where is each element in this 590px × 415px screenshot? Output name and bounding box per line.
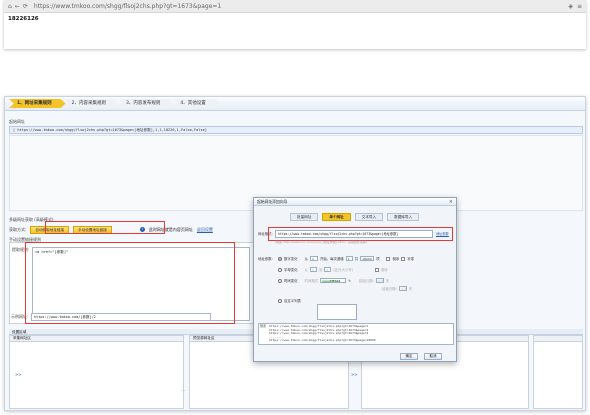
- time-change-row: 时间变化 时间格式 yyyyMMdd ✎ 起始日期: 今天 天: [278, 278, 389, 283]
- num-change-radio[interactable]: [278, 256, 282, 261]
- step-tabs: 1、网址采集规则 2、内容采集规则 3、内容发布规则 4、其他设置: [5, 97, 585, 111]
- time-start-label: 起始日期:: [358, 279, 374, 283]
- letter-from-input[interactable]: a: [309, 267, 317, 272]
- browser-window: ⌂ ← ⟳ https://www.tmkoo.com/shgg/flsoj2c…: [4, 0, 586, 49]
- letter-change-radio[interactable]: [278, 267, 282, 272]
- param-label: 地址参数:: [258, 257, 273, 261]
- start-url-label: 起始网址: [9, 119, 25, 124]
- tab-db-import[interactable]: 数据库导入: [387, 213, 420, 221]
- custom-list-row: 自定义列表: [278, 298, 301, 303]
- tab-other-settings[interactable]: 4、其他设置: [172, 99, 219, 108]
- letter-from-label: 从: [304, 268, 308, 272]
- tab-content-rules[interactable]: 2、内容采集规则: [64, 99, 120, 108]
- preview-label: 预览: [260, 324, 267, 328]
- custom-list-radio[interactable]: [278, 298, 282, 303]
- highlight-manual-rules: [25, 242, 235, 324]
- time-start-unit: 天: [385, 279, 390, 283]
- tab-url-rules[interactable]: 1、网址采集规则: [9, 99, 66, 108]
- time-format-input[interactable]: yyyyMMdd: [320, 278, 347, 283]
- letter-case-note: (区分大小写): [333, 268, 353, 272]
- browser-toolbar: ⌂ ← ⟳ https://www.tmkoo.com/shgg/flsoj2c…: [4, 0, 586, 13]
- letter-to-input[interactable]: z: [324, 267, 332, 272]
- custom-list-label: 自定义列表: [284, 299, 301, 303]
- desc-label-2: 倒序: [380, 268, 388, 272]
- collect-url-panel[interactable]: 采集网址区: [9, 335, 184, 409]
- num-count-input[interactable]: 18000: [360, 256, 375, 261]
- ok-button[interactable]: 确定: [400, 353, 418, 360]
- more-icon[interactable]: …: [181, 387, 185, 392]
- start-url-list[interactable]: [ https://www.tmkoo.com/shgg/flsoj2chs.p…: [9, 126, 583, 134]
- num-change-label: 数字变化: [284, 257, 298, 261]
- page-content-number: 18226126: [8, 16, 39, 22]
- time-format-label: 时间格式: [304, 279, 319, 283]
- num-change-row: 数字变化 从 1 开始，每次递增 1 共 18000 项 倒序 补零: [278, 256, 414, 261]
- letter-change-row: 字母变化 从 a 到 z (区分大小写) 倒序: [278, 267, 388, 272]
- close-icon[interactable]: ×: [449, 198, 453, 206]
- custom-list-textarea[interactable]: [317, 304, 357, 320]
- num-count-unit: 项: [376, 257, 380, 261]
- zero-pad-label: 补零: [407, 257, 415, 261]
- tab-batch-url[interactable]: 批量网址: [290, 213, 319, 221]
- address-format-hint: (例如:http://www.xxx.com/xxxx_[地址参数].html，…: [275, 240, 368, 244]
- move-right-icon-2[interactable]: >>: [351, 372, 358, 377]
- desc-checkbox[interactable]: [386, 256, 391, 261]
- num-step-label: 开始，每次递增: [319, 257, 344, 261]
- time-change-radio[interactable]: [278, 278, 282, 283]
- tab-text-import[interactable]: 文本导入: [354, 213, 384, 221]
- dialog-title: 起始网址添加向导 ×: [254, 198, 456, 206]
- side-panel-head: [534, 336, 582, 342]
- start-url-wizard-dialog: 起始网址添加向导 × 批量网址 单个网址 文本导入 数据库导入 网址格式: ht…: [253, 197, 457, 362]
- collect-url-panel-head: 采集网址区: [10, 336, 183, 342]
- url-preview-box: 预览 https://www.tmkoo.com/shgg/flsoj2chs.…: [258, 323, 454, 345]
- method-label: 获取方式:: [9, 226, 27, 232]
- home-icon[interactable]: ⌂: [8, 3, 12, 10]
- time-change-label: 时间变化: [284, 279, 298, 283]
- highlight-buttons: [45, 221, 165, 234]
- desc-label: 倒序: [392, 257, 400, 261]
- back-icon[interactable]: ←: [15, 3, 20, 10]
- num-from-input[interactable]: 1: [309, 256, 318, 261]
- time-start-input[interactable]: 今天: [375, 278, 384, 283]
- refresh-icon[interactable]: ⟳: [23, 3, 28, 10]
- side-panel[interactable]: [533, 335, 583, 409]
- time-end-row: 结束日期: 今天 天: [382, 286, 412, 291]
- address-bar[interactable]: https://www.tmkoo.com/shgg/flsoj2chs.php…: [34, 3, 221, 10]
- dialog-title-text: 起始网址添加向导: [257, 199, 288, 204]
- dialog-tabs: 批量网址 单个网址 文本导入 数据库导入: [290, 213, 420, 221]
- return-settings-link[interactable]: 返回设置: [197, 227, 213, 233]
- time-end-input[interactable]: 今天: [398, 286, 407, 291]
- cancel-button[interactable]: 取消: [424, 353, 442, 360]
- time-end-label: 结束日期:: [382, 287, 397, 291]
- edit-icon[interactable]: ✎: [348, 279, 351, 283]
- num-count-label: 共: [354, 257, 359, 261]
- move-right-icon[interactable]: >>: [15, 372, 22, 377]
- num-step-input[interactable]: 1: [345, 256, 353, 261]
- tab-single-url[interactable]: 单个网址: [322, 213, 351, 221]
- settings-area-title: 设置区域: [12, 330, 27, 334]
- desc-checkbox-2[interactable]: [374, 267, 379, 272]
- letter-change-label: 字母变化: [284, 268, 298, 272]
- letter-to-label: 到: [318, 268, 323, 272]
- shield-icon[interactable]: ◈: [568, 3, 573, 10]
- num-from-label: 从: [304, 257, 308, 261]
- menu-icon[interactable]: ≡: [577, 3, 582, 10]
- zero-pad-checkbox[interactable]: [401, 256, 406, 261]
- tab-publish-rules[interactable]: 3、内容发布规则: [118, 99, 174, 108]
- highlight-address-format: [268, 227, 453, 241]
- preview-line: https://www.tmkoo.com/shgg/flsoj2chs.php…: [269, 338, 376, 343]
- time-end-unit: 天: [408, 287, 413, 291]
